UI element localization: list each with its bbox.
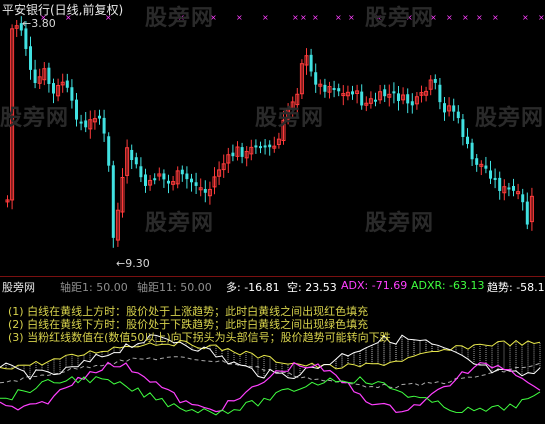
candle-body [153,178,157,181]
signal-marker: × [476,13,483,22]
candle-body [29,46,32,70]
watermark: 股旁网 [255,106,325,131]
candle-body [231,152,235,157]
indicator-chart[interactable] [0,277,545,424]
axis-distance-1: 轴距1: 50.00 [60,281,128,294]
candle-body [75,99,78,120]
signal-marker: × [522,13,529,22]
candle-body [102,117,106,134]
green-line [0,376,541,416]
candle-body [332,88,336,91]
candle-body [47,67,51,84]
candle-body [185,173,189,180]
arrow-left-icon: ← [22,17,32,30]
signal-marker: × [262,13,269,22]
signal-marker: × [538,13,545,22]
adxr-value: ADXR: -63.13 [411,279,485,292]
signal-marker: × [348,13,355,22]
candle-body [263,145,267,148]
candle-body [466,136,469,145]
signal-marker: × [446,13,453,22]
signal-marker: × [300,13,307,22]
candle-body [139,166,143,178]
candle-body [443,103,446,113]
signal-marker: × [335,13,342,22]
candle-body [190,178,193,183]
candle-body [484,165,488,169]
candle-body [134,157,138,165]
signal-marker: × [462,13,469,22]
candle-body [314,72,318,85]
candle-body [525,201,529,225]
bear-value: 空: 23.53 [287,281,337,294]
signal-marker: × [236,13,243,22]
candle-body [268,144,272,148]
candle-body [167,180,170,184]
candle-body [498,177,502,191]
candle-body [470,142,474,160]
candle-body [65,80,69,88]
signal-marker: × [492,13,499,22]
candle-body [24,28,28,49]
candle-body [84,120,88,128]
candle-body [240,147,244,157]
candle-body [392,91,396,94]
candle-body [397,93,400,101]
adx-value: ADX: -71.69 [341,279,408,292]
candle-body [130,149,134,161]
candle-body [259,146,262,149]
indicator-name[interactable]: 股旁网 [2,279,35,295]
candle-body [360,91,364,106]
watermark: 股旁网 [145,6,215,31]
candle-body [452,105,456,112]
chart-title: 平安银行(日线,前复权) [2,3,124,17]
high-price-label: ←3.80 [22,17,56,30]
candle-body [323,84,327,92]
candle-body [521,194,525,203]
signal-marker: × [312,13,319,22]
description-line: (3) 当粉红线数值在(数值50以上)向下拐头为头部信号；股价趋势可能转向下跌 [8,331,391,344]
arrow-left-icon: ← [116,257,126,270]
candle-body [438,84,442,103]
candle-body [456,111,460,119]
candle-body [194,182,198,186]
watermark: 股旁网 [365,211,435,236]
signal-marker: × [292,13,299,22]
candle-body [180,169,184,175]
candle-body [79,121,83,124]
candle-body [512,185,515,191]
candle-body [254,145,258,148]
candle-body [144,174,147,186]
trend-value: 趋势: -58.1 [487,281,545,294]
candle-body [433,78,437,83]
candle-body [203,189,207,193]
watermark: 股旁网 [0,106,70,131]
low-price-label: ←9.30 [116,257,150,270]
candle-body [489,170,492,179]
watermark: 股旁网 [145,211,215,236]
price-chart[interactable]: × × × × × × × × × × × × × × × × × × × × × [0,0,545,276]
candle-body [337,88,341,92]
candle-body [107,136,111,166]
candle-body [309,54,313,72]
candle-body [475,158,479,165]
watermark: 股旁网 [475,106,545,131]
candle-body [162,173,166,180]
bull-value: 多: -16.81 [226,281,280,294]
axis-distance-11: 轴距11: 50.00 [137,281,212,294]
watermark: 股旁网 [365,6,435,31]
candle-body [33,69,37,84]
candle-body [70,87,74,101]
candle-body [98,115,101,119]
candle-body [111,165,115,238]
candle-body [461,119,465,138]
candle-body [383,89,387,97]
candle-body [351,91,354,95]
candle-body [410,101,414,106]
candle-body [406,94,410,104]
candle-body [374,99,377,102]
candle-body [507,187,511,190]
candle-body [52,83,55,94]
candle-body [493,177,497,180]
